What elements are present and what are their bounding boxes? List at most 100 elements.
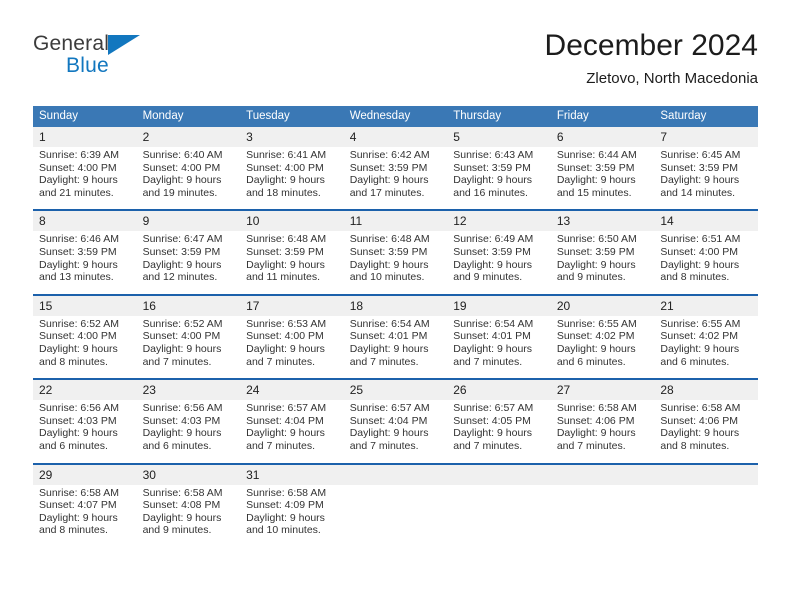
weekday-header-tuesday: Tuesday <box>240 106 344 127</box>
day-number[interactable]: 19 <box>447 293 551 316</box>
day-daylight-1-text: Daylight: 9 hours <box>660 427 740 440</box>
day-cell-info[interactable]: Sunrise: 6:54 AM Sunset: 4:01 PM Daylight:… <box>447 315 551 380</box>
day-number[interactable]: 14 <box>654 209 758 232</box>
day-cell-info[interactable]: Sunrise: 6:58 AM Sunset: 4:08 PM Daylight:… <box>136 484 241 547</box>
day-cell-info[interactable]: Sunrise: 6:50 AM Sunset: 3:59 PM Daylight:… <box>550 231 655 295</box>
day-number[interactable]: 6 <box>550 127 655 147</box>
day-daylight-2-text: and 16 minutes. <box>453 186 528 199</box>
day-cell-info[interactable]: Sunrise: 6:54 AM Sunset: 4:01 PM Daylight:… <box>343 315 448 380</box>
day-daylight-1-text: Daylight: 9 hours <box>246 174 325 187</box>
day-cell-info[interactable]: Sunrise: 6:42 AM Sunset: 3:59 PM Daylight:… <box>343 147 448 211</box>
day-cell-info[interactable]: Sunrise: 6:56 AM Sunset: 4:03 PM Daylight:… <box>136 400 241 464</box>
day-cell-info[interactable]: Sunrise: 6:57 AM Sunset: 4:04 PM Daylight:… <box>343 400 448 464</box>
day-daylight-1-text: Daylight: 9 hours <box>39 342 118 355</box>
day-cell-info[interactable]: Sunrise: 6:44 AM Sunset: 3:59 PM Daylight:… <box>550 147 655 211</box>
day-number[interactable]: 4 <box>343 127 448 147</box>
day-sunset-text: Sunset: 4:01 PM <box>349 330 428 343</box>
day-cell-info[interactable]: Sunrise: 6:43 AM Sunset: 3:59 PM Daylight:… <box>447 147 551 211</box>
day-number[interactable]: 15 <box>33 293 137 316</box>
day-cell-info[interactable]: Sunrise: 6:48 AM Sunset: 3:59 PM Daylight:… <box>343 231 448 295</box>
day-number[interactable]: 10 <box>240 209 344 232</box>
day-number[interactable]: 17 <box>240 293 344 316</box>
calendar-header-row: Sunday Monday Tuesday Wednesday Thursday… <box>33 106 758 127</box>
day-daylight-2-text: and 10 minutes. <box>246 524 321 537</box>
day-daylight-2-text: and 7 minutes. <box>246 439 316 452</box>
day-cell-info[interactable]: Sunrise: 6:57 AM Sunset: 4:05 PM Daylight:… <box>447 400 551 464</box>
day-number[interactable]: 30 <box>136 462 241 485</box>
day-daylight-1-text: Daylight: 9 hours <box>246 511 325 524</box>
day-daylight-1-text: Daylight: 9 hours <box>39 511 118 524</box>
day-cell-info[interactable]: Sunrise: 6:58 AM Sunset: 4:06 PM Daylight:… <box>654 400 758 464</box>
calendar-grid: Sunday Monday Tuesday Wednesday Thursday… <box>33 106 758 547</box>
day-cell-info[interactable]: Sunrise: 6:52 AM Sunset: 4:00 PM Daylight:… <box>136 315 241 380</box>
weekday-header-saturday: Saturday <box>654 106 758 127</box>
day-number[interactable]: 11 <box>343 209 448 232</box>
title-block: December 2024 Zletovo, North Macedonia <box>545 28 758 90</box>
day-cell-info[interactable]: Sunrise: 6:56 AM Sunset: 4:03 PM Daylight:… <box>33 400 137 464</box>
day-number[interactable]: 12 <box>447 209 551 232</box>
day-number[interactable]: 21 <box>654 293 758 316</box>
day-number[interactable]: 5 <box>447 127 551 147</box>
weekday-header-thursday: Thursday <box>447 106 551 127</box>
day-cell-info[interactable]: Sunrise: 6:45 AM Sunset: 3:59 PM Daylight:… <box>654 147 758 211</box>
day-cell-info[interactable]: Sunrise: 6:41 AM Sunset: 4:00 PM Daylight:… <box>240 147 344 211</box>
day-sunset-text: Sunset: 4:00 PM <box>142 161 221 174</box>
day-number[interactable]: 28 <box>654 378 758 401</box>
day-daylight-1-text: Daylight: 9 hours <box>142 258 222 271</box>
day-number[interactable]: 27 <box>550 378 655 401</box>
day-number[interactable]: 24 <box>240 378 344 401</box>
day-number[interactable]: 29 <box>33 462 137 485</box>
day-daylight-2-text: and 7 minutes. <box>453 439 523 452</box>
day-daylight-1-text: Daylight: 9 hours <box>556 342 636 355</box>
day-daylight-2-text: and 21 minutes. <box>39 186 114 199</box>
day-number[interactable]: 2 <box>136 127 241 147</box>
day-daylight-2-text: and 15 minutes. <box>556 186 632 199</box>
day-sunrise-text: Sunrise: 6:48 AM <box>246 233 327 246</box>
day-number[interactable]: 9 <box>136 209 241 232</box>
day-daylight-1-text: Daylight: 9 hours <box>349 258 429 271</box>
day-number[interactable]: 8 <box>33 209 137 232</box>
day-number[interactable]: 20 <box>550 293 655 316</box>
calendar-page: General Blue December 2024 Zletovo, Nort… <box>0 0 792 612</box>
day-sunrise-text: Sunrise: 6:39 AM <box>39 149 119 161</box>
day-number[interactable]: 25 <box>343 378 448 401</box>
day-number[interactable]: 3 <box>240 127 344 147</box>
day-sunset-text: Sunset: 3:59 PM <box>39 245 117 258</box>
day-number[interactable]: 7 <box>654 127 758 147</box>
day-sunrise-text: Sunrise: 6:58 AM <box>246 486 327 499</box>
day-cell-info[interactable]: Sunrise: 6:46 AM Sunset: 3:59 PM Daylight:… <box>33 231 137 295</box>
day-number[interactable]: 18 <box>343 293 448 316</box>
day-cell-info[interactable]: Sunrise: 6:40 AM Sunset: 4:00 PM Daylight:… <box>136 147 241 211</box>
day-cell-empty <box>447 484 551 547</box>
week-daynumber-row: 8 9 10 11 12 13 14 <box>33 209 758 232</box>
day-number[interactable]: 23 <box>136 378 241 401</box>
day-sunset-text: Sunset: 4:08 PM <box>142 499 221 512</box>
day-number[interactable]: 26 <box>447 378 551 401</box>
day-cell-info[interactable]: Sunrise: 6:55 AM Sunset: 4:02 PM Daylight:… <box>550 315 655 380</box>
day-number[interactable]: 16 <box>136 293 241 316</box>
day-sunset-text: Sunset: 3:59 PM <box>349 161 428 174</box>
weekday-header-wednesday: Wednesday <box>343 106 448 127</box>
page-title: December 2024 <box>544 29 758 62</box>
day-cell-info[interactable]: Sunrise: 6:58 AM Sunset: 4:07 PM Daylight:… <box>33 484 137 547</box>
day-number[interactable]: 31 <box>240 462 344 485</box>
day-cell-info[interactable]: Sunrise: 6:52 AM Sunset: 4:00 PM Daylight:… <box>33 315 137 380</box>
day-sunset-text: Sunset: 4:09 PM <box>246 499 324 512</box>
day-number[interactable]: 22 <box>33 378 137 401</box>
day-cell-info[interactable]: Sunrise: 6:48 AM Sunset: 3:59 PM Daylight:… <box>240 231 344 295</box>
day-cell-info[interactable]: Sunrise: 6:58 AM Sunset: 4:06 PM Daylight:… <box>550 400 655 464</box>
day-cell-info[interactable]: Sunrise: 6:55 AM Sunset: 4:02 PM Daylight:… <box>654 315 758 380</box>
day-sunset-text: Sunset: 3:59 PM <box>556 161 635 174</box>
day-cell-info[interactable]: Sunrise: 6:49 AM Sunset: 3:59 PM Daylight:… <box>447 231 551 295</box>
day-cell-info[interactable]: Sunrise: 6:47 AM Sunset: 3:59 PM Daylight:… <box>136 231 241 295</box>
day-cell-info[interactable]: Sunrise: 6:51 AM Sunset: 4:00 PM Daylight:… <box>654 231 758 295</box>
day-cell-info[interactable]: Sunrise: 6:39 AM Sunset: 4:00 PM Daylight:… <box>33 147 137 211</box>
day-number[interactable]: 13 <box>550 209 655 232</box>
day-sunrise-text: Sunrise: 6:58 AM <box>142 486 223 499</box>
day-cell-info[interactable]: Sunrise: 6:53 AM Sunset: 4:00 PM Daylight:… <box>240 315 344 380</box>
day-cell-info[interactable]: Sunrise: 6:58 AM Sunset: 4:09 PM Daylight:… <box>240 484 344 547</box>
day-number[interactable]: 1 <box>33 127 137 147</box>
day-daylight-2-text: and 7 minutes. <box>349 355 419 368</box>
general-blue-logo[interactable]: General Blue <box>33 32 213 88</box>
day-cell-info[interactable]: Sunrise: 6:57 AM Sunset: 4:04 PM Daylight:… <box>240 400 344 464</box>
